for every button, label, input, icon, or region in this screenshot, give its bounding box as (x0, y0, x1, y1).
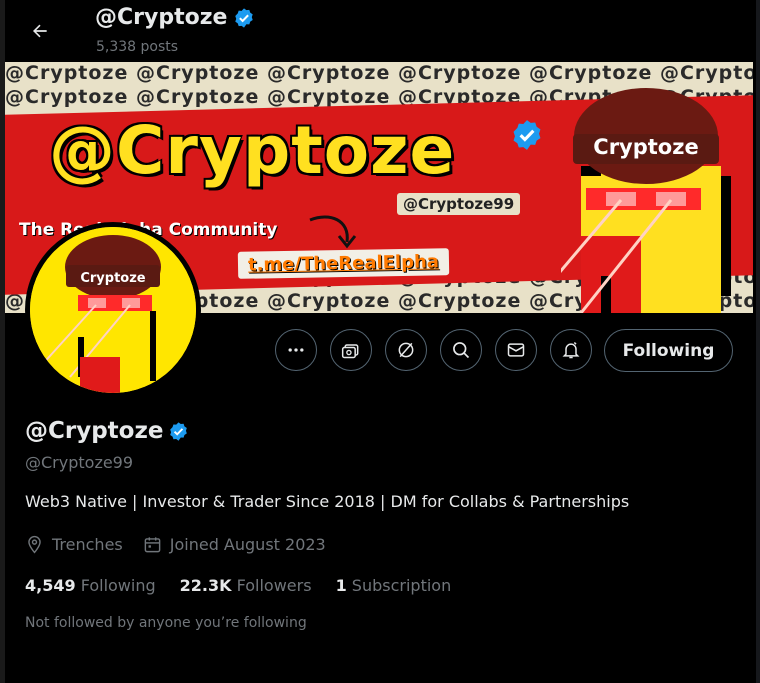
location-pin-icon (28, 535, 41, 554)
profile-bio: Web3 Native | Investor & Trader Since 20… (25, 492, 630, 511)
avatar-illustration: Cryptoze (30, 227, 196, 393)
followers-count: 22.3K (179, 576, 232, 595)
window-edge-right (756, 0, 760, 683)
subscription-count: 1 (335, 576, 347, 595)
back-button[interactable] (23, 14, 57, 48)
profile-name: @Cryptoze (25, 418, 164, 444)
top-bar: @Cryptoze 5,338 posts (5, 0, 755, 62)
calendar-icon (144, 537, 161, 553)
subscribe-button[interactable] (330, 329, 372, 371)
following-count: 4,549 (25, 576, 76, 595)
banner-verified-icon (513, 120, 541, 150)
not-followed-note: Not followed by anyone you’re following (25, 615, 307, 631)
banner-character-illustration: Cryptoze (561, 88, 731, 313)
profile-name-row: @Cryptoze (25, 418, 189, 444)
notification-button[interactable] (550, 329, 592, 371)
more-button[interactable] (275, 329, 317, 371)
verified-badge-icon[interactable] (168, 421, 189, 442)
more-icon (288, 348, 304, 352)
followers-stat-link[interactable]: 22.3K Followers (180, 576, 312, 595)
followers-label: Followers (236, 576, 312, 595)
avatar-image: Cryptoze (30, 227, 196, 393)
header-title-row: @Cryptoze (95, 5, 255, 30)
grok-button[interactable] (385, 329, 427, 371)
profile-avatar[interactable]: Cryptoze (25, 222, 201, 398)
notification-icon (562, 341, 580, 359)
location-text: Trenches (52, 535, 123, 554)
location-item: Trenches (25, 535, 123, 554)
message-icon (507, 343, 525, 357)
subscription-label: Subscription (351, 576, 452, 595)
joined-item: Joined August 2023 (143, 535, 326, 554)
message-button[interactable] (495, 329, 537, 371)
profile-meta: Trenches Joined August 2023 (25, 535, 346, 554)
banner-title: @Cryptoze (49, 112, 456, 189)
joined-text: Joined August 2023 (169, 535, 326, 554)
search-button[interactable] (440, 329, 482, 371)
subscription-stat-link[interactable]: 1 Subscription (336, 576, 452, 595)
profile-stats: 4,549 Following 22.3K Followers 1 Subscr… (25, 576, 475, 595)
banner-link: t.me/TheRealElpha (237, 248, 450, 279)
post-count: 5,338 posts (96, 39, 179, 55)
banner-hat-text: Cryptoze (593, 135, 698, 159)
header-title: @Cryptoze (95, 5, 228, 30)
following-stat-link[interactable]: 4,549 Following (25, 576, 156, 595)
following-button[interactable]: Following (604, 329, 733, 372)
profile-handle: @Cryptoze99 (25, 453, 134, 472)
search-icon (453, 342, 470, 359)
following-label: Following (80, 576, 156, 595)
grok-icon (398, 342, 414, 358)
subscribe-icon (341, 344, 359, 359)
arrow-left-icon (33, 24, 47, 38)
curved-arrow-icon (309, 215, 357, 249)
banner-link-text: t.me/TheRealElpha (247, 251, 440, 276)
banner-handle-tag: @Cryptoze99 (397, 193, 521, 215)
avatar-hat-text: Cryptoze (80, 271, 145, 286)
verified-badge-icon (235, 7, 254, 28)
